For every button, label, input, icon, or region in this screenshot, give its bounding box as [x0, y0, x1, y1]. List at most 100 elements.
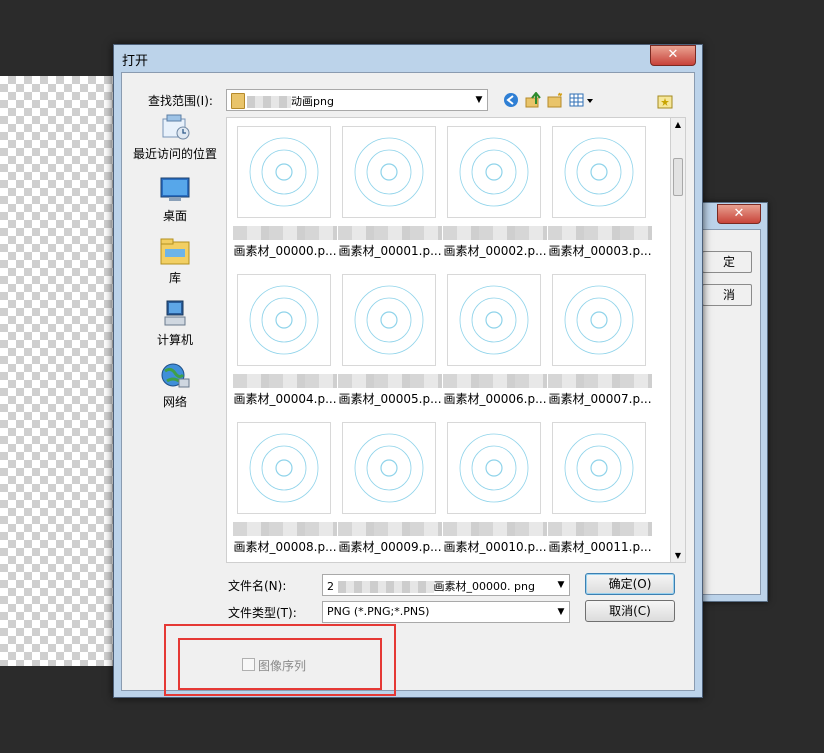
filename-value: 画素材_00000. png	[433, 580, 535, 593]
canvas-transparency-background	[0, 76, 130, 666]
file-name: 画素材_00003.p...	[548, 244, 652, 258]
dialog-client-area: 查找范围(I): 动画png ▼ 最近访问的位置 桌面 库 计算机 网络 画素材…	[121, 72, 695, 691]
chevron-down-icon: ▼	[557, 607, 565, 617]
view-grid-icon	[569, 93, 593, 107]
new-folder-button[interactable]	[546, 91, 564, 109]
file-name: 画素材_00002.p...	[443, 244, 547, 258]
file-list[interactable]: 画素材_00000.p... 画素材_00001.p... 画素材_00002.p.…	[226, 117, 672, 563]
redacted-text	[337, 581, 434, 593]
place-computer[interactable]: 计算机	[132, 299, 218, 348]
redacted-text	[338, 374, 442, 388]
file-thumbnail[interactable]	[552, 422, 646, 514]
place-desktop[interactable]: 桌面	[132, 175, 218, 224]
file-thumbnail[interactable]	[447, 274, 541, 366]
circle-image-icon	[564, 433, 634, 503]
file-list-scrollbar[interactable]: ▲ ▼	[670, 117, 686, 563]
folder-icon	[231, 93, 245, 109]
computer-icon	[159, 299, 191, 329]
background-dialog-close-button[interactable]: ✕	[717, 204, 761, 224]
close-icon: ✕	[667, 47, 679, 62]
file-thumbnail[interactable]	[552, 274, 646, 366]
file-name: 画素材_00004.p...	[233, 392, 337, 406]
circle-image-icon	[354, 433, 424, 503]
network-icon	[159, 361, 191, 391]
scroll-down-arrow[interactable]: ▼	[671, 551, 685, 560]
redacted-text	[233, 522, 337, 536]
circle-image-icon	[459, 285, 529, 355]
filetype-value: PNG (*.PNG;*.PNS)	[327, 605, 430, 618]
circle-image-icon	[354, 285, 424, 355]
desktop-icon	[159, 175, 191, 205]
file-thumbnail[interactable]	[342, 422, 436, 514]
redacted-text	[443, 226, 547, 240]
scroll-up-arrow[interactable]: ▲	[671, 120, 685, 129]
place-libraries[interactable]: 库	[132, 237, 218, 286]
close-icon: ✕	[733, 206, 745, 221]
circle-image-icon	[459, 433, 529, 503]
file-name: 画素材_00009.p...	[338, 540, 442, 554]
filetype-label: 文件类型(T):	[228, 606, 297, 620]
file-thumbnail[interactable]	[237, 126, 331, 218]
redacted-text	[247, 96, 291, 108]
file-thumbnail[interactable]	[447, 126, 541, 218]
redacted-text	[338, 226, 442, 240]
open-ok-button[interactable]: 确定(O)	[585, 573, 675, 595]
dialog-close-button[interactable]: ✕	[650, 45, 696, 66]
up-folder-button[interactable]	[524, 91, 542, 109]
circle-image-icon	[459, 137, 529, 207]
chevron-down-icon: ▼	[475, 95, 483, 105]
new-folder-icon	[547, 92, 563, 108]
chevron-down-icon: ▼	[557, 580, 565, 590]
file-name: 画素材_00001.p...	[338, 244, 442, 258]
back-arrow-icon	[504, 93, 518, 107]
circle-image-icon	[564, 137, 634, 207]
file-name: 画素材_00008.p...	[233, 540, 337, 554]
file-thumbnail[interactable]	[342, 274, 436, 366]
file-name: 画素材_00006.p...	[443, 392, 547, 406]
background-ok-button[interactable]: 定	[702, 251, 752, 273]
view-menu-button[interactable]	[568, 91, 596, 109]
circle-image-icon	[564, 285, 634, 355]
redacted-text	[548, 522, 652, 536]
redacted-text	[443, 374, 547, 388]
filetype-dropdown[interactable]: PNG (*.PNG;*.PNS) ▼	[322, 601, 570, 623]
file-thumbnail[interactable]	[237, 422, 331, 514]
look-in-label: 查找范围(I):	[148, 94, 213, 108]
scroll-thumb[interactable]	[673, 158, 683, 196]
dialog-title: 打开	[122, 54, 149, 69]
file-name: 画素材_00010.p...	[443, 540, 547, 554]
redacted-text	[443, 522, 547, 536]
highlight-box-inner	[178, 638, 382, 690]
recent-places-icon	[159, 113, 191, 143]
cancel-button[interactable]: 取消(C)	[585, 600, 675, 622]
libraries-icon	[159, 237, 191, 267]
file-thumbnail[interactable]	[447, 422, 541, 514]
filename-input[interactable]: 2 画素材_00000. png ▼	[322, 574, 570, 596]
file-thumbnail[interactable]	[342, 126, 436, 218]
background-cancel-button[interactable]: 消	[702, 284, 752, 306]
file-name: 画素材_00007.p...	[548, 392, 652, 406]
redacted-text	[233, 226, 337, 240]
place-recent[interactable]: 最近访问的位置	[132, 113, 218, 162]
file-name: 画素材_00011.p...	[548, 540, 652, 554]
file-name: 画素材_00005.p...	[338, 392, 442, 406]
redacted-text	[548, 374, 652, 388]
circle-image-icon	[249, 137, 319, 207]
file-name: 画素材_00000.p...	[233, 244, 337, 258]
redacted-text	[233, 374, 337, 388]
open-file-dialog: 打开 ✕ 查找范围(I): 动画png ▼ 最近访问的位置 桌面 库 计算机 网…	[113, 44, 703, 698]
back-button[interactable]	[502, 91, 520, 109]
look-in-value: 动画png	[291, 95, 334, 108]
file-thumbnail[interactable]	[237, 274, 331, 366]
circle-image-icon	[249, 433, 319, 503]
file-thumbnail[interactable]	[552, 126, 646, 218]
circle-image-icon	[354, 137, 424, 207]
place-network[interactable]: 网络	[132, 361, 218, 410]
favorites-button[interactable]	[656, 93, 674, 111]
filename-label: 文件名(N):	[228, 579, 287, 593]
redacted-text	[338, 522, 442, 536]
up-folder-icon	[525, 92, 541, 108]
look-in-dropdown[interactable]: 动画png ▼	[226, 89, 488, 111]
star-folder-icon	[657, 95, 673, 109]
redacted-text	[548, 226, 652, 240]
